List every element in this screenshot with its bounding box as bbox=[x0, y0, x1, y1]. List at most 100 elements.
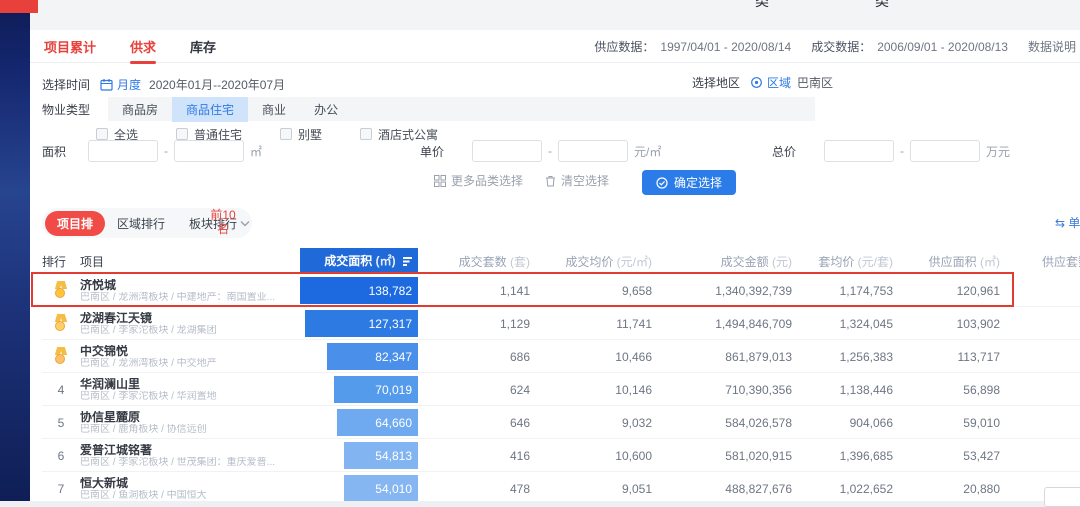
property-type-tabs: 商品房 商品住宅 商业 办公 bbox=[108, 96, 816, 122]
region-filter-label: 选择地区 bbox=[692, 76, 741, 90]
date-range-value[interactable]: 2020年01月--2020年07月 bbox=[149, 76, 285, 93]
top-n-selector[interactable]: 前10名 bbox=[206, 206, 272, 240]
project-name[interactable]: 龙湖春江天镜 bbox=[80, 312, 300, 325]
supply-area-value: 20,880 bbox=[963, 481, 1000, 496]
table-row[interactable]: 4 华润澜山里 巴南区 / 李家沱板块 / 华润置地 70,019 624 10… bbox=[42, 373, 1080, 406]
project-subtitle: 巴南区 / 鱼洞板块 / 中国恒大 bbox=[80, 490, 207, 501]
unit-price-min-input[interactable] bbox=[472, 140, 543, 162]
table-row[interactable]: 中交锦悦 巴南区 / 龙洲湾板块 / 中交地产 82,347 686 10,46… bbox=[42, 340, 1080, 373]
header-deal-amount[interactable]: 成交金额 (元) bbox=[652, 253, 792, 270]
table-row[interactable]: 济悦城 巴南区 / 龙洲湾板块 / 中建地产：南国置业... 138,782 1… bbox=[31, 272, 1080, 307]
deal-area-value: 54,813 bbox=[375, 448, 412, 463]
calendar-icon[interactable] bbox=[100, 78, 113, 91]
more-categories-button[interactable]: 更多品类选择 bbox=[434, 172, 523, 189]
deal-area-bar: 54,010 bbox=[344, 475, 418, 501]
unit-toggle[interactable]: ⇆ 单 bbox=[1055, 214, 1080, 231]
total-price-unit: 万元 bbox=[986, 144, 1011, 159]
rank-number: 6 bbox=[57, 448, 65, 463]
supply-area-value: 59,010 bbox=[963, 415, 1000, 430]
table-row[interactable]: 7 恒大新城 巴南区 / 鱼洞板块 / 中国恒大 54,010 478 9,05… bbox=[42, 472, 1080, 501]
checkbox-icon[interactable] bbox=[360, 128, 373, 140]
filter-actions-row: 更多品类选择 清空选择 确定选择 bbox=[30, 170, 1080, 196]
header-deal-avg[interactable]: 成交均价 (元/㎡) bbox=[530, 253, 652, 270]
project-name[interactable]: 中交锦悦 bbox=[80, 345, 300, 358]
data-note-link[interactable]: 数据说明 bbox=[1028, 38, 1076, 55]
deal-area-value: 54,010 bbox=[375, 481, 412, 496]
trash-icon bbox=[546, 175, 555, 186]
tab-inventory[interactable]: 库存 bbox=[188, 30, 218, 64]
deal-amount-value: 581,020,915 bbox=[725, 448, 792, 463]
total-price-max-input[interactable] bbox=[910, 140, 981, 162]
tab-project-cumulative[interactable]: 项目累计 bbox=[42, 30, 98, 64]
truncated-text: 类 bbox=[875, 0, 889, 9]
deal-area-bar: 138,782 bbox=[300, 277, 418, 304]
truncated-text: 类 bbox=[755, 0, 769, 9]
ranking-tab[interactable]: 项目排 bbox=[45, 210, 106, 236]
ranking-tab[interactable]: 区域排行 bbox=[105, 211, 177, 236]
region-type-link[interactable]: 区域 bbox=[767, 74, 791, 91]
deal-amount-value: 710,390,356 bbox=[725, 382, 792, 397]
project-name[interactable]: 爱普江城铭著 bbox=[80, 444, 300, 457]
project-name[interactable]: 恒大新城 bbox=[80, 477, 300, 490]
checkbox-icon[interactable] bbox=[96, 128, 108, 140]
deal-amount-value: 584,026,578 bbox=[725, 415, 792, 430]
table-row[interactable]: 龙湖春江天镜 巴南区 / 李家沱板块 / 龙湖集团 127,317 1,129 … bbox=[42, 307, 1080, 340]
tab-supply-demand[interactable]: 供求 bbox=[128, 30, 158, 64]
supply-data-range: 1997/04/01 - 2020/08/14 bbox=[660, 39, 792, 54]
unit-price-max-input[interactable] bbox=[558, 140, 629, 162]
unit-price-range-group: 单价 - 元/㎡ bbox=[420, 140, 661, 162]
total-price-min-input[interactable] bbox=[824, 140, 895, 162]
deal-area-bar: 82,347 bbox=[327, 343, 418, 370]
property-type-option[interactable]: 办公 bbox=[300, 97, 352, 122]
area-max-input[interactable] bbox=[174, 140, 244, 162]
total-price-range-group: 总价 - 万元 bbox=[772, 140, 1010, 162]
deal-count-value: 478 bbox=[509, 481, 530, 496]
area-min-input[interactable] bbox=[88, 140, 158, 162]
partial-pagination-box[interactable] bbox=[1044, 487, 1080, 507]
per-unit-avg-value: 1,396,685 bbox=[839, 448, 893, 463]
project-subtitle: 巴南区 / 鹿角板块 / 协信远创 bbox=[80, 424, 207, 435]
deal-count-value: 416 bbox=[509, 448, 530, 463]
deal-area-value: 64,660 bbox=[375, 415, 412, 430]
project-name[interactable]: 济悦城 bbox=[80, 279, 300, 292]
deal-avg-value: 10,600 bbox=[615, 448, 652, 463]
table-header-row: 排行 项目 成交面积 (㎡) 成交套数 (套) 成交均价 (元/㎡) 成交金额 … bbox=[42, 248, 1080, 274]
per-unit-avg-value: 1,324,045 bbox=[839, 316, 893, 331]
header-tabs-row: 项目累计 供求 库存 供应数据： 1997/04/01 - 2020/08/14… bbox=[30, 30, 1080, 64]
checkbox-icon[interactable] bbox=[176, 128, 189, 140]
rank-number: 4 bbox=[57, 382, 65, 397]
header-deal-area[interactable]: 成交面积 (㎡) bbox=[300, 248, 418, 274]
checkbox-icon[interactable] bbox=[280, 128, 293, 140]
per-unit-avg-value: 1,256,383 bbox=[839, 349, 893, 364]
supply-data-label: 供应数据： bbox=[594, 40, 655, 54]
area-range-group: 面积 - ㎡ bbox=[42, 140, 262, 162]
header-per-unit-avg[interactable]: 套均价 (元/套) bbox=[792, 253, 893, 270]
table-row[interactable]: 5 协信星麓原 巴南区 / 鹿角板块 / 协信远创 64,660 646 9,0… bbox=[42, 406, 1080, 439]
header-supply-area[interactable]: 供应面积 (㎡) bbox=[893, 253, 1000, 270]
confirm-selection-button[interactable]: 确定选择 bbox=[642, 170, 737, 195]
property-type-option[interactable]: 商品住宅 bbox=[172, 96, 249, 122]
time-filter-row: 选择时间 月度 2020年01月--2020年07月 选择地区 区域 巴南区 bbox=[42, 74, 1072, 94]
deal-avg-value: 9,051 bbox=[621, 481, 652, 496]
range-dash: - bbox=[164, 144, 168, 158]
property-type-option[interactable]: 商品房 bbox=[108, 97, 172, 122]
unit-price-label: 单价 bbox=[420, 144, 445, 159]
region-value[interactable]: 巴南区 bbox=[797, 74, 833, 91]
project-name[interactable]: 华润澜山里 bbox=[80, 378, 300, 391]
left-nav-stripe bbox=[0, 0, 30, 501]
clear-selection-button[interactable]: 清空选择 bbox=[545, 172, 609, 189]
table-row[interactable]: 6 爱普江城铭著 巴南区 / 李家沱板块 / 世茂集团：重庆爱普... 54,8… bbox=[42, 439, 1080, 472]
deal-count-value: 1,129 bbox=[499, 316, 530, 331]
project-name[interactable]: 协信星麓原 bbox=[80, 411, 300, 424]
header-deal-count[interactable]: 成交套数 (套) bbox=[418, 253, 530, 270]
header-supply-count[interactable]: 供应套数 bbox=[1000, 253, 1080, 270]
ranking-table: 排行 项目 成交面积 (㎡) 成交套数 (套) 成交均价 (元/㎡) 成交金额 … bbox=[31, 248, 1080, 501]
property-type-option[interactable]: 商业 bbox=[248, 97, 300, 122]
location-target-icon[interactable] bbox=[750, 76, 763, 89]
deal-count-value: 624 bbox=[509, 382, 530, 397]
property-type-row: 物业类型 商品房 商品住宅 商业 办公 bbox=[42, 96, 816, 122]
per-unit-avg-value: 1,174,753 bbox=[839, 283, 893, 298]
range-dash: - bbox=[900, 144, 905, 158]
project-subtitle: 巴南区 / 李家沱板块 / 龙湖集团 bbox=[80, 325, 217, 336]
period-mode-link[interactable]: 月度 bbox=[117, 76, 141, 93]
